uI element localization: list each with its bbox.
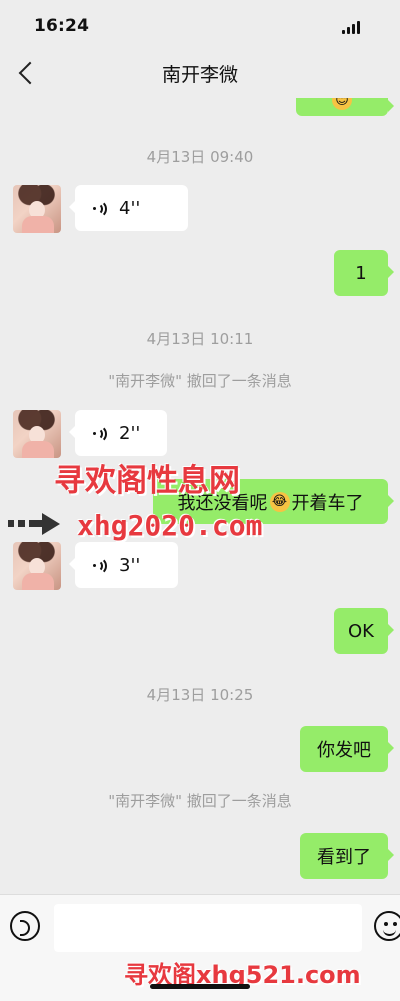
voice-icon: [93, 425, 107, 441]
emoji-button[interactable]: [374, 911, 400, 941]
voice-input-button[interactable]: [10, 911, 40, 941]
message-text: 1: [355, 262, 367, 284]
home-indicator: [150, 984, 250, 989]
message-time: 4月13日 10:25: [146, 686, 254, 704]
arrow-icon: [8, 513, 62, 535]
watermark-domain: xhg2020.com: [77, 509, 263, 542]
watermark-title: 寻欢阁性息网: [54, 463, 240, 499]
voice-duration: 2'': [119, 422, 141, 444]
sent-message[interactable]: 你发吧: [300, 726, 394, 772]
voice-duration: 4'': [119, 197, 141, 219]
voice-message[interactable]: 4'': [69, 185, 188, 231]
laughing-emoji-icon: 😂: [269, 491, 290, 512]
message-text-after-emoji: 开着车了: [291, 492, 364, 514]
message-time: 4月13日 10:11: [146, 330, 254, 348]
recall-notice: "南开李微" 撤回了一条消息: [108, 792, 292, 810]
top-navigation: 南开李微: [0, 50, 400, 98]
message-text: 你发吧: [317, 740, 371, 761]
emoji-icon: 😊: [332, 98, 352, 110]
message-text: 看到了: [317, 847, 371, 868]
sent-message[interactable]: 1: [334, 250, 394, 296]
partial-sent-message[interactable]: 😊: [296, 98, 394, 116]
voice-icon: [93, 200, 107, 216]
contact-avatar[interactable]: [13, 410, 61, 458]
recall-notice: "南开李微" 撤回了一条消息: [108, 372, 292, 390]
voice-duration: 3'': [119, 554, 141, 576]
message-input[interactable]: [54, 904, 362, 952]
voice-message[interactable]: 2'': [69, 410, 167, 456]
message-time: 4月13日 09:40: [146, 148, 254, 166]
contact-avatar[interactable]: [13, 542, 61, 590]
message-text: OK: [348, 620, 374, 642]
sent-message[interactable]: 看到了: [300, 833, 394, 879]
voice-icon: [93, 557, 107, 573]
contact-avatar[interactable]: [13, 185, 61, 233]
status-time: 16:24: [34, 16, 90, 36]
signal-icon: [342, 20, 382, 34]
sent-message[interactable]: OK: [334, 608, 394, 654]
status-bar: 16:24: [0, 0, 400, 50]
voice-message[interactable]: 3'': [69, 542, 178, 588]
chat-title: 南开李微: [161, 64, 238, 86]
